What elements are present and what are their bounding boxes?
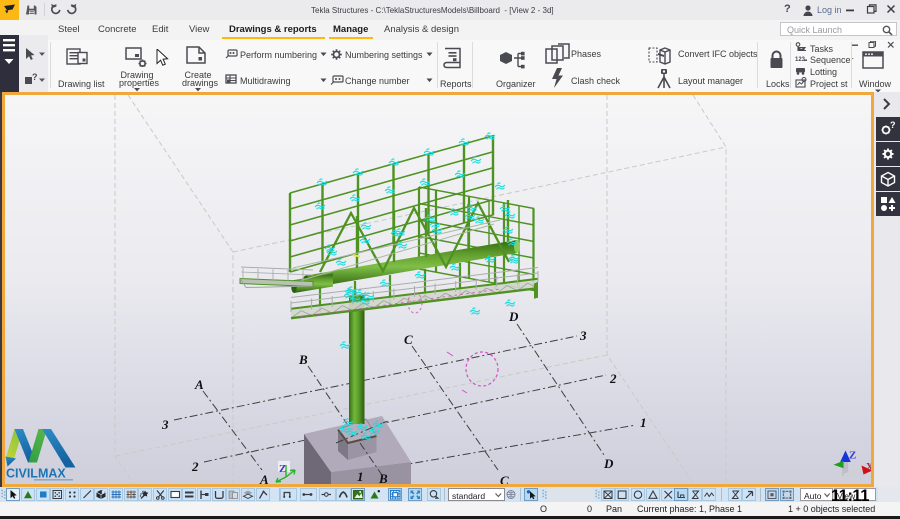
svg-text:Z: Z xyxy=(849,450,856,462)
svg-text:2: 2 xyxy=(191,459,199,474)
svg-text:A: A xyxy=(194,377,204,392)
svg-text:1: 1 xyxy=(640,415,647,430)
svg-text:D: D xyxy=(508,309,519,324)
svg-text:B: B xyxy=(298,352,308,367)
svg-text:B: B xyxy=(378,471,388,486)
svg-text:2: 2 xyxy=(609,371,617,386)
svg-text:C: C xyxy=(500,473,509,487)
svg-text:A: A xyxy=(259,472,269,487)
svg-text:?: ? xyxy=(32,73,38,82)
svg-text:D: D xyxy=(603,456,614,471)
svg-text:X: X xyxy=(866,462,874,473)
svg-text:1: 1 xyxy=(357,469,364,484)
svg-text:C: C xyxy=(404,332,413,347)
svg-text:?: ? xyxy=(890,121,896,130)
svg-text:CIVILMAX: CIVILMAX xyxy=(6,467,66,481)
svg-text:3: 3 xyxy=(161,417,169,432)
svg-text:Z: Z xyxy=(279,463,286,475)
svg-text:3: 3 xyxy=(579,328,587,343)
